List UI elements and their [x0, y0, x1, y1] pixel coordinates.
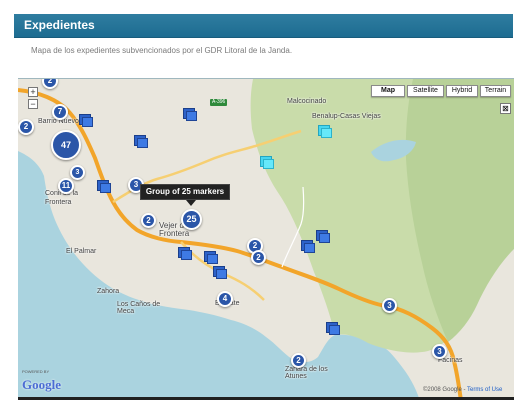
marker-group-icon[interactable] — [183, 108, 197, 123]
cluster-marker[interactable]: 4 — [217, 291, 233, 307]
marker-highlight-icon[interactable] — [318, 125, 332, 140]
panel-header: Expedientes — [14, 14, 513, 38]
place-malcocinado: Malcocinado — [287, 98, 327, 105]
cluster-marker[interactable]: 11 — [58, 178, 74, 194]
zoom-in-button[interactable]: + — [28, 87, 38, 97]
marker-group-icon[interactable] — [213, 266, 227, 281]
place-los-canos-de-meca: Los Caños de Meca — [117, 301, 161, 315]
map-view[interactable]: + − ⊠ Map Satellite Hybrid Terrain A-396… — [18, 78, 514, 400]
cluster-marker[interactable]: 25 — [181, 209, 202, 230]
marker-group-icon[interactable] — [316, 230, 330, 245]
zoom-out-button[interactable]: − — [28, 99, 38, 109]
cluster-marker[interactable]: 3 — [382, 298, 397, 313]
cluster-tooltip: Group of 25 markers — [140, 184, 230, 206]
place-el-palmar: El Palmar — [66, 248, 97, 255]
page-title: Expedientes — [24, 18, 95, 32]
cluster-marker[interactable]: 2 — [251, 250, 266, 265]
road-number-badge: A-396 — [210, 99, 228, 106]
marker-group-icon[interactable] — [134, 135, 148, 150]
cluster-marker[interactable]: 3 — [432, 344, 447, 359]
marker-group-icon[interactable] — [79, 114, 93, 129]
cluster-marker[interactable]: 7 — [52, 104, 68, 120]
map-copyright: ©2008 Google - Terms of Use — [423, 387, 502, 393]
marker-group-icon[interactable] — [326, 322, 340, 337]
map-type-terrain-button[interactable]: Terrain — [480, 85, 511, 97]
app-window: Expedientes Mapa de los expedientes subv… — [0, 0, 514, 403]
google-logo[interactable]: Google — [22, 377, 61, 393]
cluster-marker[interactable]: 2 — [141, 213, 156, 228]
powered-by-label: POWERED BY — [22, 369, 50, 374]
copyright-text: ©2008 Google - — [423, 387, 466, 393]
terms-of-use-link[interactable]: Terms of Use — [467, 387, 502, 393]
map-type-map-button[interactable]: Map — [371, 85, 405, 97]
marker-highlight-icon[interactable] — [260, 156, 274, 171]
fullscreen-icon[interactable]: ⊠ — [500, 103, 511, 114]
cluster-marker[interactable]: 3 — [70, 165, 85, 180]
marker-group-icon[interactable] — [97, 180, 111, 195]
marker-group-icon[interactable] — [204, 251, 218, 266]
place-zahara-de-los-atunes: Zahara de los Atunes — [285, 366, 328, 380]
map-type-hybrid-button[interactable]: Hybrid — [446, 85, 478, 97]
map-type-satellite-button[interactable]: Satellite — [407, 85, 444, 97]
page-subtitle: Mapa de los expedientes subvencionados p… — [31, 46, 293, 55]
place-benalup-casas-viejas: Benalup-Casas Viejas — [312, 113, 381, 120]
marker-group-icon[interactable] — [178, 247, 192, 262]
cluster-marker[interactable]: 2 — [18, 119, 34, 135]
place-zahora: Zahora — [97, 288, 120, 295]
cluster-marker[interactable]: 2 — [291, 353, 306, 368]
map-bottom-bar — [18, 397, 514, 400]
marker-group-icon[interactable] — [301, 240, 315, 255]
cluster-marker[interactable]: 47 — [51, 130, 81, 160]
